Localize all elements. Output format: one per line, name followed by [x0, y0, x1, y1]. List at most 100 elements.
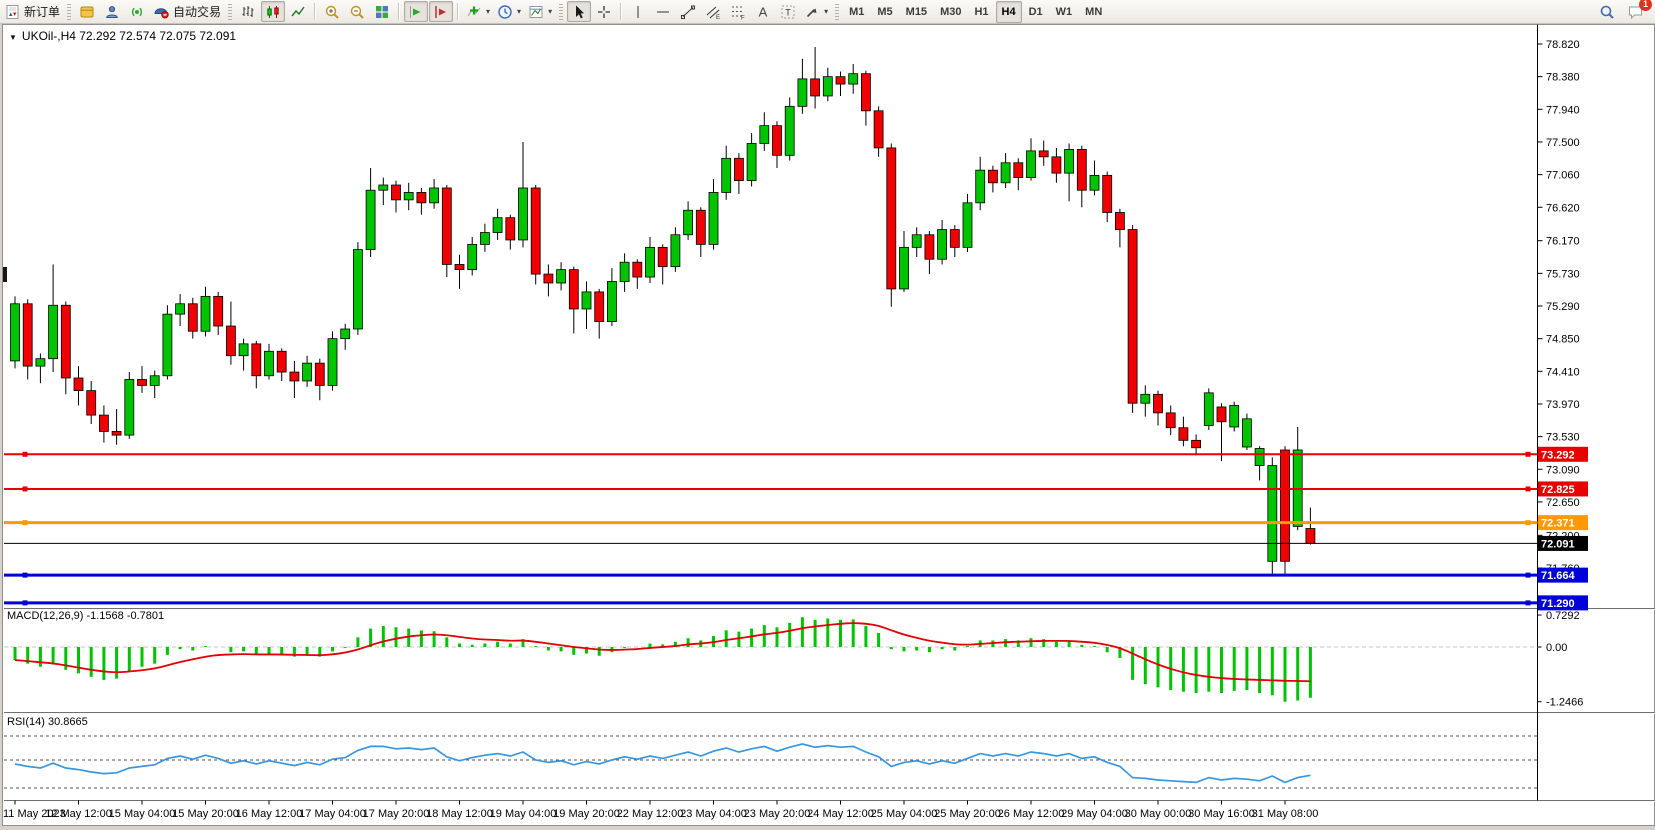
svg-text:77.500: 77.500 — [1546, 137, 1580, 149]
toolbar-grip — [835, 4, 839, 20]
templates-icon — [528, 4, 544, 20]
svg-text:15 May 20:00: 15 May 20:00 — [172, 808, 239, 820]
timeframe-H1[interactable]: H1 — [968, 1, 994, 23]
auto-scroll-button[interactable] — [404, 1, 428, 22]
svg-text:73.970: 73.970 — [1546, 399, 1580, 411]
bar-chart-type-button[interactable] — [236, 1, 260, 22]
tile-windows-button[interactable] — [370, 1, 394, 22]
svg-text:73.292: 73.292 — [1541, 449, 1575, 461]
toolbar-grip — [228, 4, 232, 20]
svg-text:77.060: 77.060 — [1546, 170, 1580, 182]
line-chart-type-button[interactable] — [286, 1, 310, 22]
toolbar-separator — [314, 3, 316, 20]
horizontal-line-icon — [655, 4, 671, 20]
svg-text:25 May 04:00: 25 May 04:00 — [871, 808, 938, 820]
one-click-caret-icon[interactable]: ▼ — [9, 33, 17, 42]
svg-text:19 May 20:00: 19 May 20:00 — [553, 808, 620, 820]
svg-text:22 May 12:00: 22 May 12:00 — [617, 808, 684, 820]
indicators-button[interactable]: ▾ — [463, 1, 493, 22]
auto-trading-button[interactable]: 自动交易 — [150, 1, 224, 22]
journal-button[interactable] — [75, 1, 99, 22]
zoom-out-button[interactable] — [345, 1, 369, 22]
crosshair-tool-button[interactable] — [592, 1, 616, 22]
trendline-tool-button[interactable] — [676, 1, 700, 22]
search-button[interactable] — [1595, 1, 1619, 22]
search-icon — [1599, 4, 1615, 20]
signal-button[interactable] — [125, 1, 149, 22]
timeframe-M15[interactable]: M15 — [900, 1, 933, 23]
journal-icon — [79, 4, 95, 20]
text-tool-button[interactable]: A — [751, 1, 775, 22]
profile-icon — [104, 4, 120, 20]
chart-canvas[interactable]: 78.82078.38077.94077.50077.06076.62076.1… — [0, 0, 1655, 830]
toolbar-separator — [620, 3, 622, 20]
svg-text:75.730: 75.730 — [1546, 268, 1580, 280]
chevron-down-icon: ▾ — [824, 7, 828, 16]
main-toolbar: 新订单 自动交易 — [0, 0, 1655, 24]
vertical-line-icon — [630, 4, 646, 20]
text-label-icon: T — [780, 4, 796, 20]
periods-button[interactable]: ▾ — [494, 1, 524, 22]
svg-text:19 May 04:00: 19 May 04:00 — [490, 808, 557, 820]
timeframe-M5[interactable]: M5 — [871, 1, 898, 23]
text-label-tool-button[interactable]: T — [776, 1, 800, 22]
svg-text:F: F — [741, 15, 745, 20]
new-order-button[interactable]: 新订单 — [2, 1, 63, 22]
toolbar-separator — [398, 3, 400, 20]
notification-badge: 1 — [1639, 0, 1652, 11]
svg-text:72.825: 72.825 — [1541, 484, 1575, 496]
notifications-button[interactable]: 1 — [1623, 1, 1647, 22]
chart-shift-icon — [433, 4, 449, 20]
text-icon: A — [755, 4, 771, 20]
clock-icon — [497, 4, 513, 20]
svg-text:75.290: 75.290 — [1546, 301, 1580, 313]
new-order-icon — [5, 4, 21, 20]
channel-tool-button[interactable]: E — [701, 1, 725, 22]
trendline-icon — [680, 4, 696, 20]
svg-text:76.170: 76.170 — [1546, 236, 1580, 248]
auto-scroll-icon — [408, 4, 424, 20]
chart-shift-button[interactable] — [429, 1, 453, 22]
svg-text:30 May 00:00: 30 May 00:00 — [1125, 808, 1192, 820]
timeframe-D1[interactable]: D1 — [1023, 1, 1049, 23]
svg-text:A: A — [759, 4, 768, 19]
signal-icon — [129, 4, 145, 20]
chevron-down-icon: ▾ — [548, 7, 552, 16]
fibonacci-tool-button[interactable]: F — [726, 1, 750, 22]
cursor-tool-button[interactable] — [567, 1, 591, 22]
svg-text:31 May 08:00: 31 May 08:00 — [1252, 808, 1319, 820]
line-chart-icon — [290, 4, 306, 20]
svg-text:74.410: 74.410 — [1546, 366, 1580, 378]
timeframe-W1[interactable]: W1 — [1050, 1, 1079, 23]
arrows-tool-button[interactable]: ▾ — [801, 1, 831, 22]
svg-text:72.371: 72.371 — [1541, 518, 1575, 530]
svg-text:26 May 12:00: 26 May 12:00 — [998, 808, 1065, 820]
timeframe-M1[interactable]: M1 — [843, 1, 870, 23]
svg-text:0.00: 0.00 — [1546, 642, 1567, 654]
bar-chart-icon — [240, 4, 256, 20]
crosshair-icon — [596, 4, 612, 20]
timeframe-MN[interactable]: MN — [1079, 1, 1108, 23]
chevron-down-icon: ▾ — [517, 7, 521, 16]
auto-trading-icon — [153, 4, 170, 20]
toolbar-grip — [67, 4, 71, 20]
tile-windows-icon — [374, 4, 390, 20]
horizontal-line-tool-button[interactable] — [651, 1, 675, 22]
svg-text:74.850: 74.850 — [1546, 334, 1580, 346]
svg-text:71.290: 71.290 — [1541, 598, 1575, 610]
zoom-in-icon — [324, 4, 340, 20]
svg-text:18 May 12:00: 18 May 12:00 — [426, 808, 493, 820]
zoom-in-button[interactable] — [320, 1, 344, 22]
svg-text:30 May 16:00: 30 May 16:00 — [1188, 808, 1255, 820]
svg-text:71.664: 71.664 — [1541, 570, 1576, 582]
svg-text:29 May 04:00: 29 May 04:00 — [1061, 808, 1128, 820]
cursor-icon — [571, 4, 587, 20]
candlestick-chart-type-button[interactable] — [261, 1, 285, 22]
templates-button[interactable]: ▾ — [525, 1, 555, 22]
indicators-icon — [466, 4, 482, 20]
chart-title-text: UKOil-,H4 72.292 72.574 72.075 72.091 — [22, 29, 236, 43]
timeframe-M30[interactable]: M30 — [934, 1, 967, 23]
profile-button[interactable] — [100, 1, 124, 22]
timeframe-H4[interactable]: H4 — [996, 1, 1022, 23]
vertical-line-tool-button[interactable] — [626, 1, 650, 22]
